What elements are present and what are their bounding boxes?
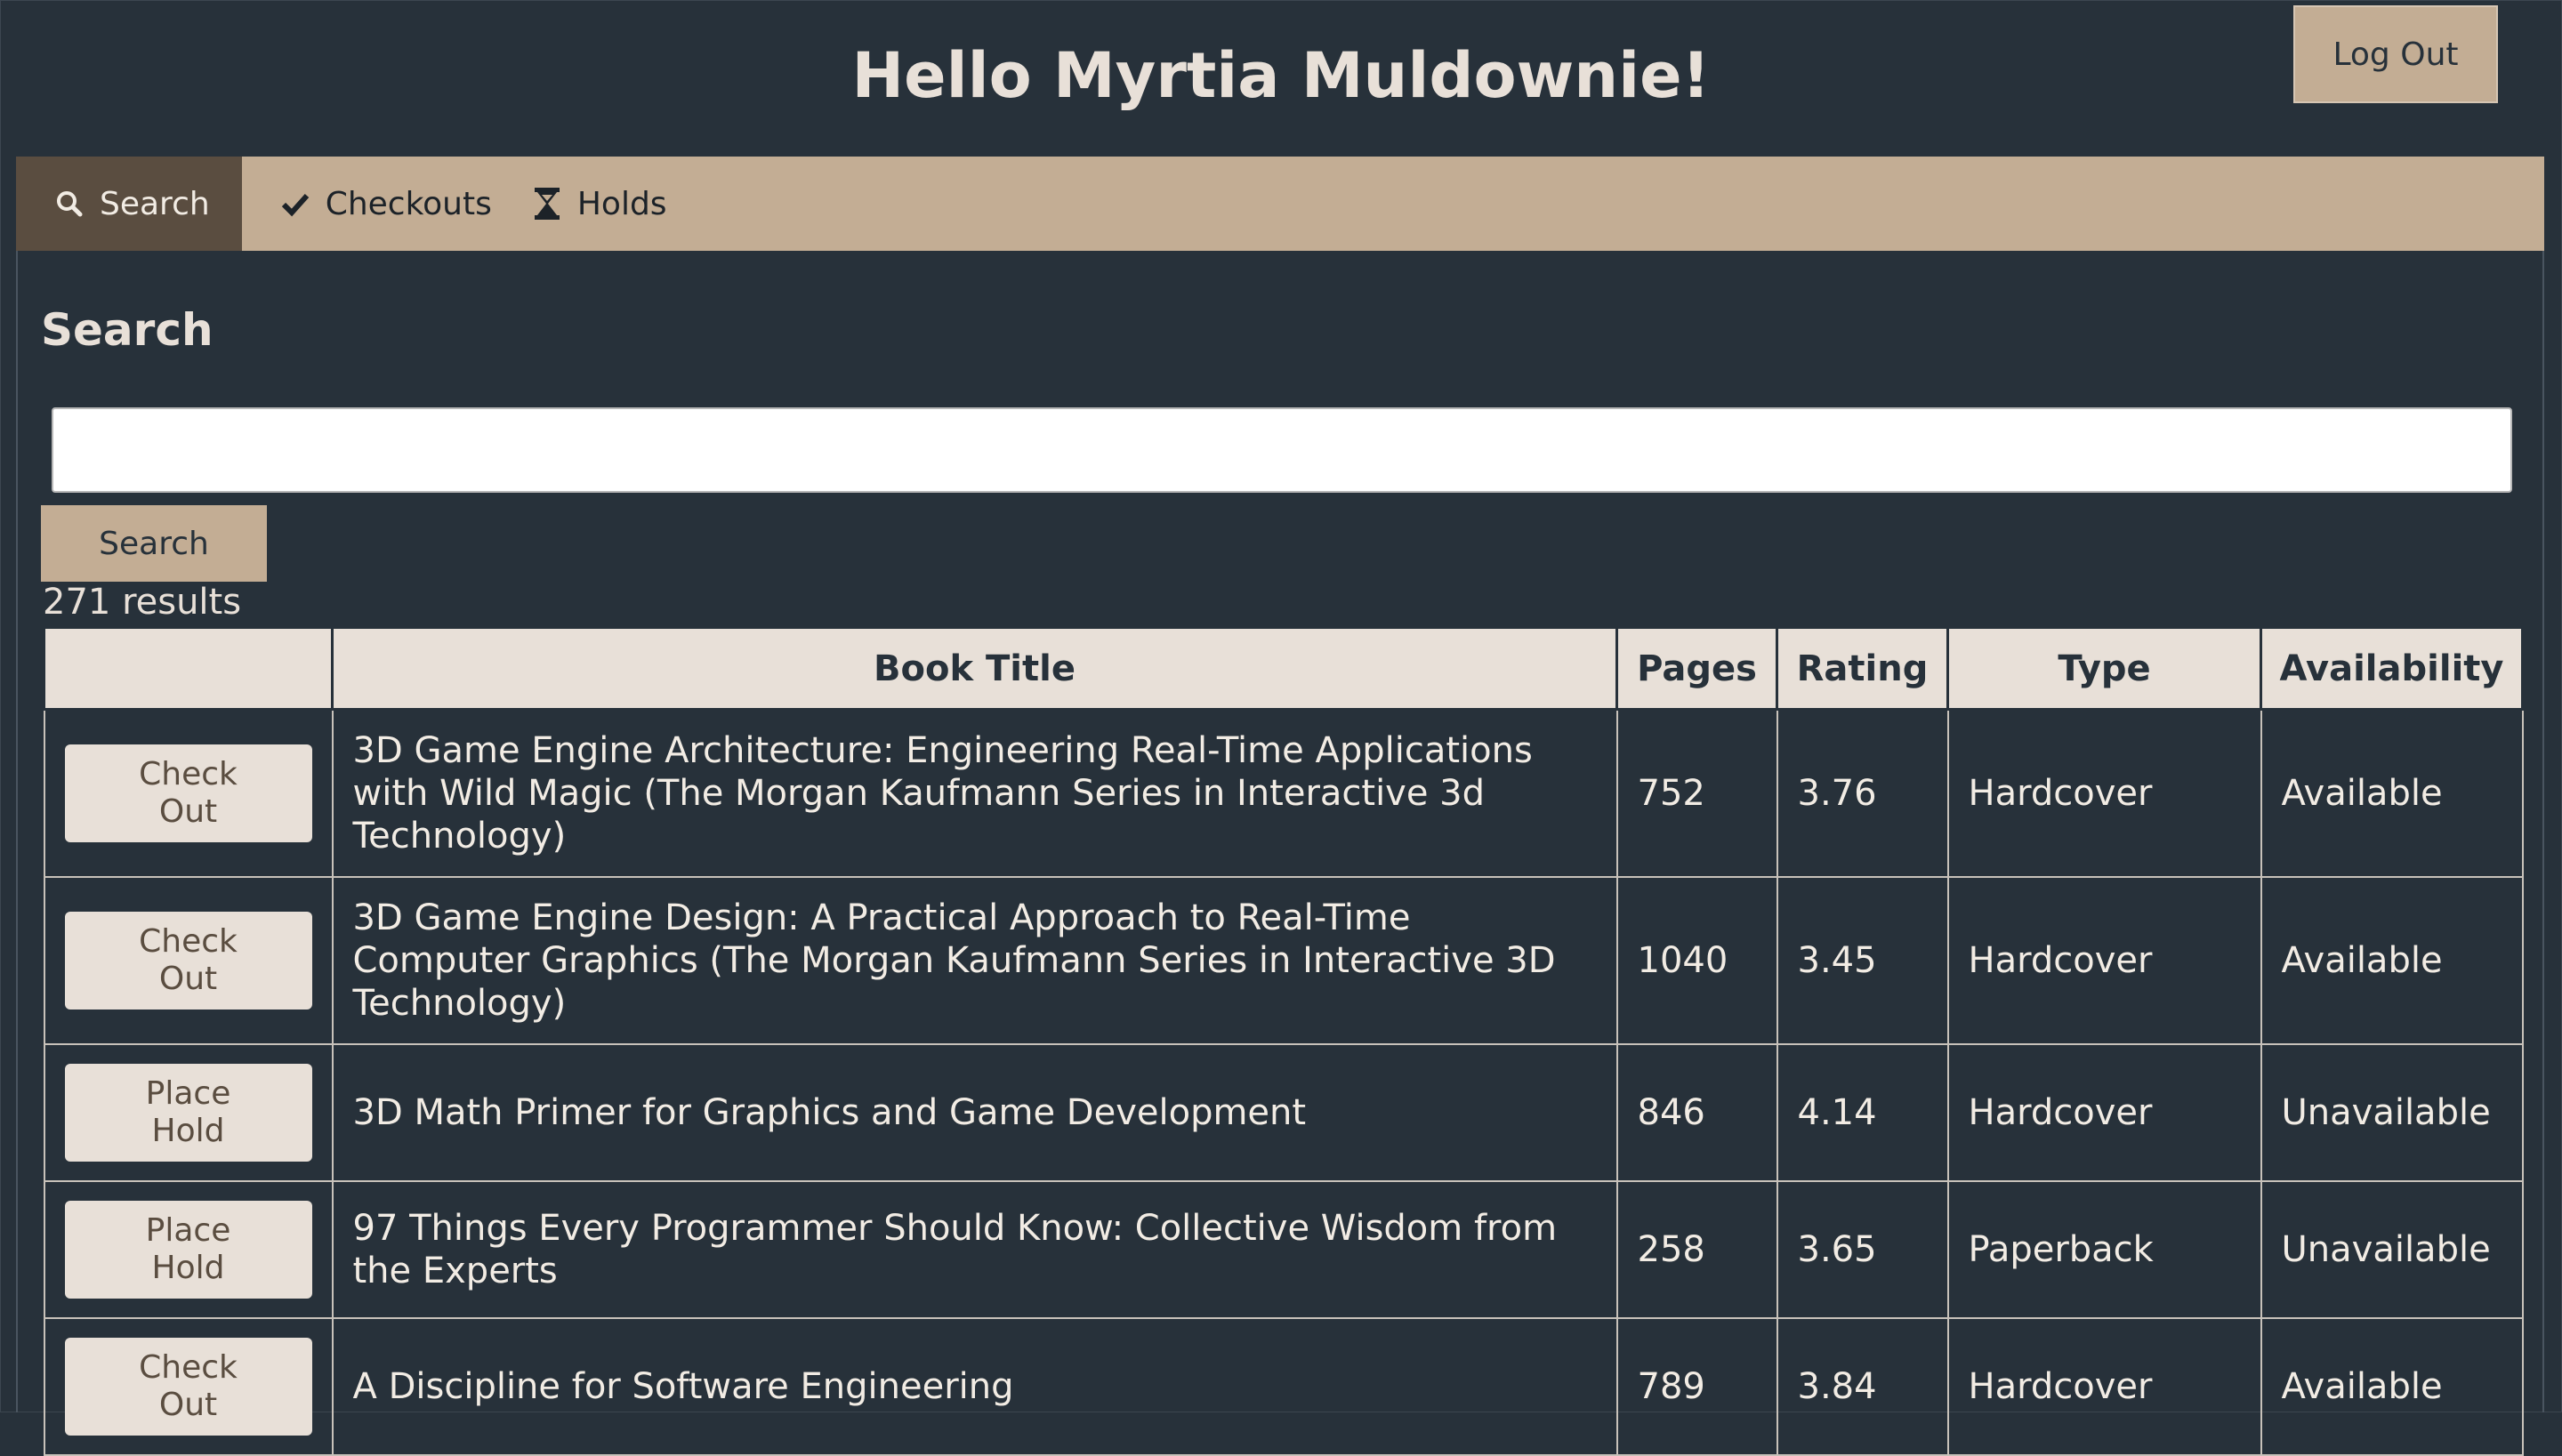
table-row: Place Hold 97 Things Every Programmer Sh… bbox=[43, 1180, 2524, 1319]
tab-search[interactable]: Search bbox=[16, 157, 242, 251]
table-row: Place Hold 3D Math Primer for Graphics a… bbox=[43, 1043, 2524, 1182]
tab-holds[interactable]: Holds bbox=[528, 157, 699, 251]
results-count: 271 results bbox=[43, 582, 242, 623]
column-header-pages[interactable]: Pages bbox=[1615, 626, 1778, 711]
availability-cell: Available bbox=[2260, 876, 2524, 1045]
pages-cell: 846 bbox=[1615, 1043, 1778, 1182]
column-header-availability[interactable]: Availability bbox=[2260, 626, 2524, 711]
place-hold-button[interactable]: Place Hold bbox=[64, 1201, 312, 1299]
action-cell: Check Out bbox=[43, 876, 334, 1045]
check-out-button[interactable]: Check Out bbox=[64, 1338, 312, 1436]
nav-bar: Search Checkouts Holds bbox=[16, 157, 2544, 251]
book-title-cell: 3D Math Primer for Graphics and Game Dev… bbox=[331, 1043, 1618, 1182]
table-row: Check Out 3D Game Engine Design: A Pract… bbox=[43, 876, 2524, 1045]
book-title-cell: 97 Things Every Programmer Should Know: … bbox=[331, 1180, 1618, 1319]
type-cell: Hardcover bbox=[1946, 708, 2262, 878]
greeting-heading: Hello Myrtia Muldownie! bbox=[851, 39, 1711, 112]
book-title-cell: 3D Game Engine Design: A Practical Appro… bbox=[331, 876, 1618, 1045]
tab-search-label: Search bbox=[100, 185, 210, 222]
type-cell: Hardcover bbox=[1946, 1317, 2262, 1456]
tab-checkouts-label: Checkouts bbox=[325, 185, 492, 222]
action-cell: Check Out bbox=[43, 708, 334, 878]
column-header-type[interactable]: Type bbox=[1946, 626, 2262, 711]
rating-cell: 3.65 bbox=[1776, 1180, 1949, 1319]
rating-cell: 3.76 bbox=[1776, 708, 1949, 878]
results-table: Book Title Pages Rating Type Availabilit… bbox=[43, 626, 2524, 1456]
logout-button[interactable]: Log Out bbox=[2293, 5, 2498, 103]
availability-cell: Available bbox=[2260, 1317, 2524, 1456]
type-cell: Paperback bbox=[1946, 1180, 2262, 1319]
column-header-rating[interactable]: Rating bbox=[1776, 626, 1949, 711]
rating-cell: 4.14 bbox=[1776, 1043, 1949, 1182]
type-cell: Hardcover bbox=[1946, 876, 2262, 1045]
main-content: Search Search 271 results Book Title Pag… bbox=[16, 251, 2544, 1456]
action-cell: Check Out bbox=[43, 1317, 334, 1456]
tab-checkouts[interactable]: Checkouts bbox=[242, 157, 528, 251]
pages-cell: 789 bbox=[1615, 1317, 1778, 1456]
place-hold-button[interactable]: Place Hold bbox=[64, 1064, 312, 1162]
action-cell: Place Hold bbox=[43, 1180, 334, 1319]
rating-cell: 3.84 bbox=[1776, 1317, 1949, 1456]
tab-holds-label: Holds bbox=[576, 185, 667, 222]
search-button[interactable]: Search bbox=[41, 505, 267, 582]
table-header-row: Book Title Pages Rating Type Availabilit… bbox=[43, 626, 2524, 711]
availability-cell: Available bbox=[2260, 708, 2524, 878]
hourglass-icon bbox=[529, 186, 565, 221]
search-icon bbox=[52, 186, 87, 221]
check-out-button[interactable]: Check Out bbox=[64, 744, 312, 842]
table-row: Check Out 3D Game Engine Architecture: E… bbox=[43, 708, 2524, 878]
availability-cell: Unavailable bbox=[2260, 1180, 2524, 1319]
book-title-cell: 3D Game Engine Architecture: Engineering… bbox=[331, 708, 1618, 878]
pages-cell: 1040 bbox=[1615, 876, 1778, 1045]
checkmark-icon bbox=[278, 186, 313, 221]
check-out-button[interactable]: Check Out bbox=[64, 912, 312, 1010]
pages-cell: 258 bbox=[1615, 1180, 1778, 1319]
column-header-action bbox=[43, 626, 334, 711]
rating-cell: 3.45 bbox=[1776, 876, 1949, 1045]
table-row: Check Out A Discipline for Software Engi… bbox=[43, 1317, 2524, 1456]
column-header-title[interactable]: Book Title bbox=[331, 626, 1618, 711]
book-title-cell: A Discipline for Software Engineering bbox=[331, 1317, 1618, 1456]
availability-cell: Unavailable bbox=[2260, 1043, 2524, 1182]
action-cell: Place Hold bbox=[43, 1043, 334, 1182]
section-title: Search bbox=[41, 304, 214, 356]
header: Hello Myrtia Muldownie! Log Out bbox=[0, 0, 2562, 157]
type-cell: Hardcover bbox=[1946, 1043, 2262, 1182]
pages-cell: 752 bbox=[1615, 708, 1778, 878]
search-input[interactable] bbox=[52, 407, 2512, 493]
